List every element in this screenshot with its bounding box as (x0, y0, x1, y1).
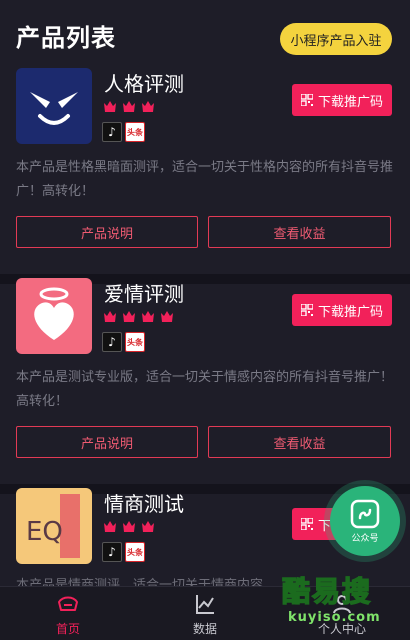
rating-stars (102, 308, 175, 324)
rating-stars (102, 98, 156, 114)
product-name: 人格评测 (104, 72, 184, 96)
product-description: 本产品是测试专业版，适合一切关于情感内容的所有抖音号推广！高转化！ (16, 370, 394, 409)
platform-badges: ♪ 头条 (102, 542, 145, 562)
douyin-icon: ♪ (102, 122, 122, 142)
qr-code-icon (300, 518, 313, 530)
qr-code-icon (300, 304, 313, 316)
official-account-float-button[interactable]: 公众号 (330, 486, 400, 556)
crown-icon (161, 311, 173, 322)
header: 产品列表 小程序产品入驻 (0, 0, 410, 62)
platform-badges: ♪ 头条 (102, 122, 145, 142)
mini-program-icon (350, 499, 380, 528)
download-promo-code-button[interactable]: 下载推广码 (292, 294, 392, 326)
view-earnings-button[interactable]: 查看收益 (208, 426, 391, 458)
douyin-icon: ♪ (102, 332, 122, 352)
product-name: 情商测试 (104, 492, 184, 516)
crown-icon (142, 101, 154, 112)
douyin-icon: ♪ (102, 542, 122, 562)
page-title: 产品列表 (16, 24, 116, 52)
product-info-button[interactable]: 产品说明 (16, 216, 198, 248)
crown-icon (123, 101, 135, 112)
eq-logo-icon: EQ (26, 494, 80, 558)
product-name: 爱情评测 (104, 282, 184, 306)
tab-home[interactable]: 首页 (0, 587, 136, 640)
download-promo-code-button[interactable]: 下载推广码 (292, 84, 392, 116)
rating-stars (102, 518, 156, 534)
crown-icon (104, 521, 116, 532)
user-icon (333, 595, 351, 614)
tab-profile[interactable]: 个人中心 (274, 587, 410, 640)
mini-program-join-button[interactable]: 小程序产品入驻 (280, 23, 392, 55)
home-icon (58, 596, 78, 611)
heart-halo-icon (34, 287, 74, 340)
product-thumbnail[interactable] (16, 278, 92, 354)
crown-icon (142, 521, 154, 532)
qr-code-icon (300, 94, 313, 106)
chart-icon (196, 595, 214, 614)
product-thumbnail[interactable]: EQ (16, 488, 92, 564)
toutiao-icon: 头条 (125, 542, 145, 562)
tab-label: 个人中心 (317, 622, 366, 636)
float-button-label: 公众号 (351, 533, 379, 544)
devil-face-icon (30, 92, 78, 125)
product-thumbnail[interactable] (16, 68, 92, 144)
product-info-button[interactable]: 产品说明 (16, 426, 198, 458)
tab-data[interactable]: 数据 (137, 587, 273, 640)
crown-icon (142, 311, 154, 322)
bottom-tab-bar: 首页 数据 个人中心 (0, 586, 410, 640)
crown-icon (104, 311, 116, 322)
eq-logo-text: EQ (26, 517, 63, 547)
crown-icon (104, 101, 116, 112)
tab-label: 数据 (192, 622, 217, 636)
product-description: 本产品是性格黑暗面测评，适合一切关于性格内容的所有抖音号推广！高转化！ (16, 160, 394, 199)
toutiao-icon: 头条 (125, 122, 145, 142)
tab-label: 首页 (55, 622, 80, 636)
view-earnings-button[interactable]: 查看收益 (208, 216, 391, 248)
crown-icon (123, 311, 135, 322)
platform-badges: ♪ 头条 (102, 332, 145, 352)
toutiao-icon: 头条 (125, 332, 145, 352)
crown-icon (123, 521, 135, 532)
